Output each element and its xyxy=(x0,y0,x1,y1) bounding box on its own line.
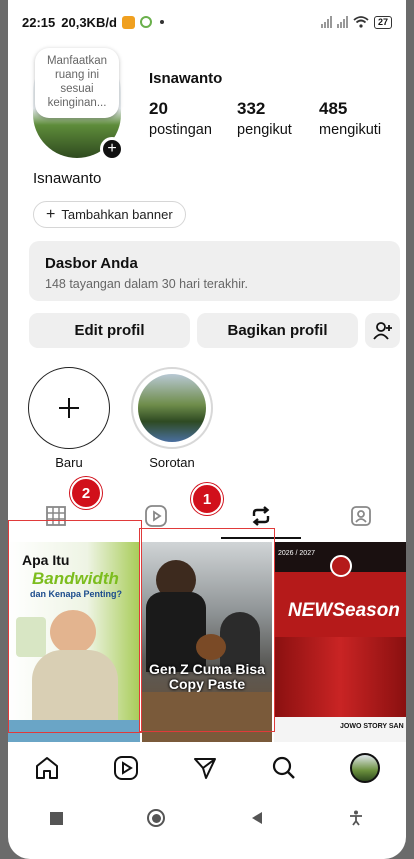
note-bubble[interactable]: Manfaatkan ruang ini sesuai keinginan... xyxy=(35,48,119,118)
bottom-navigation xyxy=(8,743,406,793)
stat-followers-label: pengikut xyxy=(237,122,292,138)
more-notifications-dot-icon xyxy=(159,20,164,24)
stat-posts[interactable]: 20 postingan xyxy=(149,99,212,138)
profile-username: Isnawanto xyxy=(149,70,223,87)
annotation-badge-2: 2 xyxy=(70,477,102,509)
tab-tagged[interactable] xyxy=(316,494,406,538)
edit-profile-button[interactable]: Edit profil xyxy=(29,313,190,348)
notification-app-icon xyxy=(121,15,135,29)
plus-icon: + xyxy=(46,205,56,223)
add-person-button[interactable] xyxy=(365,313,400,348)
recent-apps-button[interactable] xyxy=(50,811,64,825)
dashboard-title: Dasbor Anda xyxy=(45,255,138,272)
sorotan-highlight-circle xyxy=(131,367,213,449)
stat-followers-count: 332 xyxy=(237,99,266,118)
stat-posts-count: 20 xyxy=(149,99,168,118)
annotation-badge-1: 1 xyxy=(191,483,223,515)
plus-icon xyxy=(59,398,79,418)
instagram-profile-screen: 22:15 20,3KB/d 27 Manfaatkan ruang ini s… xyxy=(8,0,406,859)
home-icon[interactable] xyxy=(34,755,60,781)
add-banner-label: Tambahkan banner xyxy=(61,207,173,222)
signal-icon xyxy=(320,16,332,28)
highlight-cover-image xyxy=(138,374,206,442)
post-year: 2026 / 2027 xyxy=(278,550,315,557)
stat-followers[interactable]: 332 pengikut xyxy=(237,99,292,138)
profile-nav-avatar[interactable] xyxy=(349,753,380,783)
stadium-seats xyxy=(274,637,406,717)
add-person-icon xyxy=(372,321,392,340)
reels-icon xyxy=(145,505,167,527)
wifi-icon xyxy=(353,16,369,28)
post-footer-text: JOWO STORY SAN xyxy=(340,723,404,730)
annotation-box-1 xyxy=(139,528,275,732)
tagged-icon xyxy=(351,506,371,526)
back-button[interactable] xyxy=(250,811,264,825)
highlight-sorotan-label: Sorotan xyxy=(149,455,195,470)
search-icon[interactable] xyxy=(271,755,297,781)
share-profile-button[interactable]: Bagikan profil xyxy=(197,313,358,348)
notification-circle-icon xyxy=(139,16,152,28)
highlight-new-label: Baru xyxy=(55,455,83,470)
status-bar: 22:15 20,3KB/d 27 xyxy=(8,0,406,44)
home-button[interactable] xyxy=(147,809,166,827)
status-time: 22:15 xyxy=(22,14,56,30)
new-highlight-circle xyxy=(28,367,110,449)
add-banner-button[interactable]: + Tambahkan banner xyxy=(33,201,186,228)
status-network-speed: 20,3KB/d xyxy=(61,14,117,30)
stat-following[interactable]: 485 mengikuti xyxy=(319,99,381,138)
reels-icon[interactable] xyxy=(113,755,139,781)
direct-message-icon[interactable] xyxy=(192,755,218,781)
post-new-season[interactable]: 2026 / 2027 NEWSeason JOWO STORY SAN xyxy=(274,542,406,742)
add-story-plus-icon[interactable]: + xyxy=(100,137,124,161)
stat-following-count: 485 xyxy=(319,99,348,118)
club-logo xyxy=(330,555,352,577)
highlight-sorotan[interactable]: Sorotan xyxy=(130,367,214,470)
system-navigation xyxy=(8,793,406,843)
accessibility-icon[interactable] xyxy=(348,810,364,826)
profile-display-name: Isnawanto xyxy=(33,170,102,187)
battery-icon: 27 xyxy=(373,15,392,29)
repost-icon xyxy=(252,506,270,526)
signal-2-icon xyxy=(336,16,348,28)
stat-posts-label: postingan xyxy=(149,122,212,138)
dashboard-subtitle: 148 tayangan dalam 30 hari terakhir. xyxy=(45,277,248,291)
stat-following-label: mengikuti xyxy=(319,122,382,138)
highlight-new[interactable]: Baru xyxy=(27,367,111,470)
post-season-title: NEWSeason xyxy=(288,600,400,621)
dashboard-card[interactable]: Dasbor Anda 148 tayangan dalam 30 hari t… xyxy=(29,241,400,301)
annotation-box-2 xyxy=(8,520,142,733)
